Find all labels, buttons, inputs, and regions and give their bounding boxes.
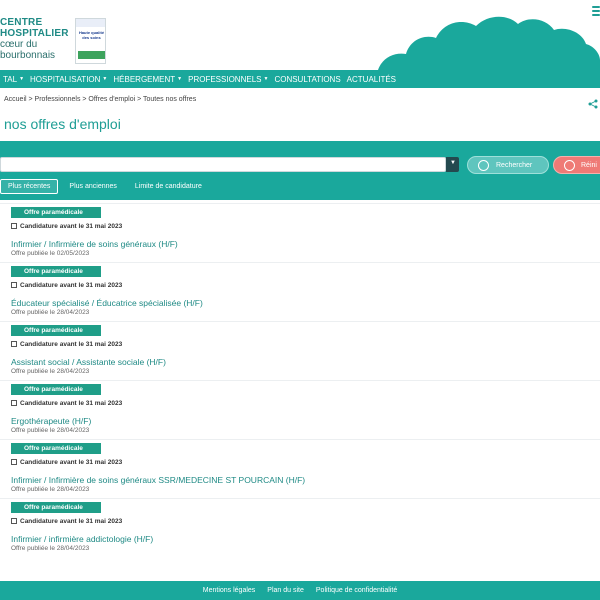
search-dropdown-button[interactable]: ▼ xyxy=(446,157,459,172)
job-category-badge: Offre paramédicale xyxy=(11,384,101,395)
calendar-icon xyxy=(11,459,17,465)
calendar-icon xyxy=(11,282,17,288)
job-card[interactable]: Offre paramédicale Candidature avant le … xyxy=(0,498,600,557)
calendar-icon xyxy=(11,518,17,524)
quality-badge-header xyxy=(76,19,105,27)
job-deadline: Candidature avant le 31 mai 2023 xyxy=(11,223,122,230)
chevron-down-icon: ▼ xyxy=(177,76,183,83)
job-card[interactable]: Offre paramédicale Candidature avant le … xyxy=(0,321,600,380)
site-header: CENTRE HOSPITALIER cœur du bourbonnais H… xyxy=(0,0,600,70)
reset-icon xyxy=(564,160,575,171)
nav-item-hebergement[interactable]: HÉBERGEMENT ▼ xyxy=(110,75,185,84)
nav-item-actualites[interactable]: ACTUALITÉS xyxy=(344,75,399,84)
job-published-date: Offre publiée le 28/04/2023 xyxy=(11,368,90,375)
search-input[interactable] xyxy=(0,157,446,172)
quality-badge-text: Haute qualité des soins xyxy=(78,30,105,40)
job-category-badge: Offre paramédicale xyxy=(11,325,101,336)
job-deadline: Candidature avant le 31 mai 2023 xyxy=(11,282,122,289)
job-category-badge: Offre paramédicale xyxy=(11,443,101,454)
sort-tab-deadline[interactable]: Limite de candidature xyxy=(128,180,209,193)
job-title-link[interactable]: Éducateur spécialisé / Éducatrice spécia… xyxy=(11,298,203,308)
job-deadline: Candidature avant le 31 mai 2023 xyxy=(11,518,122,525)
job-listing: Offre paramédicale Candidature avant le … xyxy=(0,203,600,557)
search-button[interactable]: Rechercher xyxy=(467,156,549,174)
chevron-down-icon: ▼ xyxy=(102,76,108,83)
chevron-down-icon: ▼ xyxy=(450,160,456,166)
breadcrumb[interactable]: Accueil > Professionnels > Offres d'empl… xyxy=(4,96,196,103)
logo-line-1: CENTRE xyxy=(0,17,43,28)
quality-badge-stripe xyxy=(78,51,105,59)
job-card[interactable]: Offre paramédicale Candidature avant le … xyxy=(0,203,600,262)
calendar-icon xyxy=(11,400,17,406)
chevron-down-icon: ▼ xyxy=(263,76,269,83)
job-published-date: Offre publiée le 28/04/2023 xyxy=(11,427,90,434)
reset-button[interactable]: Réini xyxy=(553,156,600,174)
footer-link-privacy[interactable]: Politique de confidentialité xyxy=(316,587,397,594)
site-logo[interactable]: CENTRE HOSPITALIER cœur du bourbonnais xyxy=(0,17,69,61)
job-card[interactable]: Offre paramédicale Candidature avant le … xyxy=(0,380,600,439)
search-button-label: Rechercher xyxy=(496,162,533,169)
job-category-badge: Offre paramédicale xyxy=(11,502,101,513)
job-category-badge: Offre paramédicale xyxy=(11,207,101,218)
cloud-decoration xyxy=(378,16,600,70)
check-circle-icon xyxy=(478,160,489,171)
chevron-down-icon: ▼ xyxy=(19,76,25,83)
job-title-link[interactable]: Assistant social / Assistante sociale (H… xyxy=(11,357,166,367)
reset-button-label: Réini xyxy=(581,162,597,169)
job-card[interactable]: Offre paramédicale Candidature avant le … xyxy=(0,439,600,498)
calendar-icon xyxy=(11,223,17,229)
logo-line-2: HOSPITALIER xyxy=(0,28,69,39)
job-category-badge: Offre paramédicale xyxy=(11,266,101,277)
job-deadline: Candidature avant le 31 mai 2023 xyxy=(11,459,122,466)
site-footer: Mentions légales Plan du site Politique … xyxy=(0,581,600,600)
nav-item-hopital[interactable]: TAL ▼ xyxy=(0,75,27,84)
footer-link-legal[interactable]: Mentions légales xyxy=(203,587,256,594)
job-title-link[interactable]: Ergothérapeute (H/F) xyxy=(11,416,91,426)
footer-link-sitemap[interactable]: Plan du site xyxy=(267,587,304,594)
nav-item-professionnels[interactable]: PROFESSIONNELS ▼ xyxy=(185,75,271,84)
job-card[interactable]: Offre paramédicale Candidature avant le … xyxy=(0,262,600,321)
logo-line-4: bourbonnais xyxy=(0,50,56,61)
logo-line-3: cœur du xyxy=(0,39,38,50)
page-title: nos offres d'emploi xyxy=(4,116,121,132)
job-deadline: Candidature avant le 31 mai 2023 xyxy=(11,400,122,407)
quality-badge: Haute qualité des soins xyxy=(75,18,106,64)
job-published-date: Offre publiée le 28/04/2023 xyxy=(11,545,90,552)
sort-tab-oldest[interactable]: Plus anciennes xyxy=(62,180,123,193)
share-icon[interactable] xyxy=(588,99,598,109)
job-title-link[interactable]: Infirmier / infirmière addictologie (H/F… xyxy=(11,534,153,544)
job-deadline: Candidature avant le 31 mai 2023 xyxy=(11,341,122,348)
job-published-date: Offre publiée le 02/05/2023 xyxy=(11,250,90,257)
calendar-icon xyxy=(11,341,17,347)
job-published-date: Offre publiée le 28/04/2023 xyxy=(11,309,90,316)
job-title-link[interactable]: Infirmier / Infirmière de soins généraux… xyxy=(11,239,178,249)
main-navigation: TAL ▼ HOSPITALISATION ▼ HÉBERGEMENT ▼ PROFE… xyxy=(0,70,600,88)
sort-tab-recent[interactable]: Plus récentes xyxy=(0,178,59,194)
job-title-link[interactable]: Infirmier / Infirmière de soins généraux… xyxy=(11,475,305,485)
nav-item-hospitalisation[interactable]: HOSPITALISATION ▼ xyxy=(27,75,110,84)
sort-tabs: Plus récentes Plus anciennes Limite de c… xyxy=(0,178,213,194)
nav-item-consultations[interactable]: CONSULTATIONS xyxy=(271,75,343,84)
job-published-date: Offre publiée le 28/04/2023 xyxy=(11,486,90,493)
